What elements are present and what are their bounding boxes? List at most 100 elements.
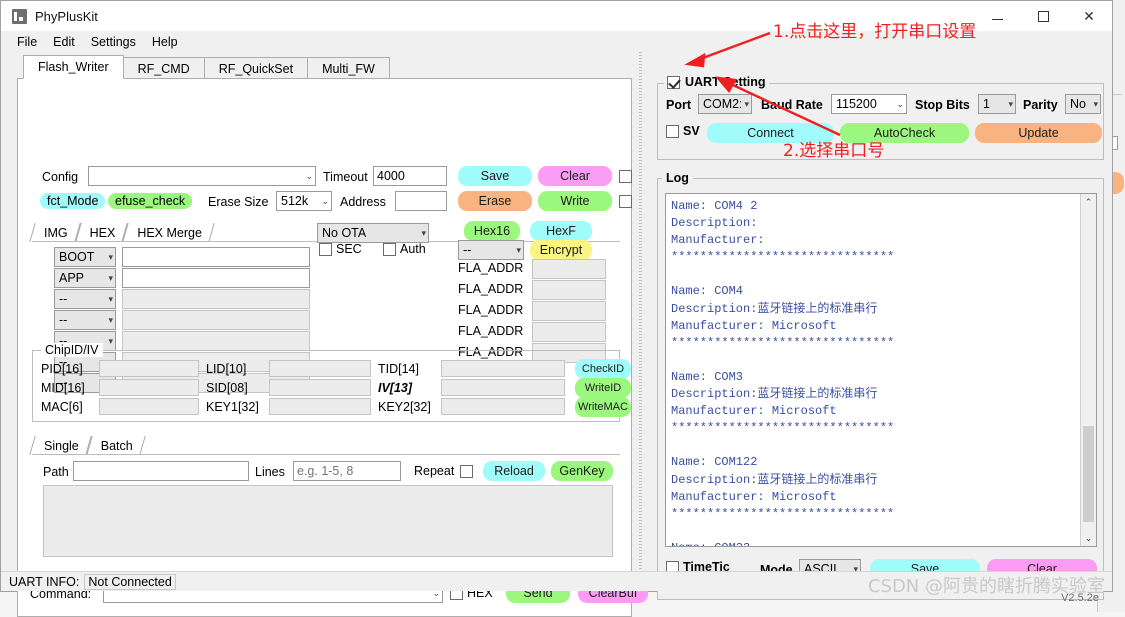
close-button[interactable]: ✕ — [1066, 1, 1112, 31]
baud-select[interactable]: 115200 ⌄ — [831, 94, 907, 114]
lw-checkbox-box[interactable] — [619, 169, 632, 183]
chipid-label-iv13: IV[13] — [378, 381, 413, 395]
tab-hex-merge[interactable]: HEX Merge — [122, 223, 215, 242]
tab-img[interactable]: IMG — [29, 223, 81, 242]
tab-single[interactable]: Single — [29, 436, 92, 455]
img-row-3-path-input[interactable] — [122, 310, 310, 330]
repeat-checkbox[interactable]: Repeat — [414, 464, 474, 478]
chipid-input-key132[interactable] — [269, 398, 371, 415]
chipid-input-mid16[interactable] — [99, 379, 199, 396]
chipid-input-iv13[interactable] — [441, 379, 565, 396]
fla-addr-input-1[interactable] — [532, 280, 606, 300]
sv-label: SV — [683, 124, 700, 138]
chevron-down-icon: ▾ — [108, 293, 113, 304]
erase-size-label: Erase Size — [208, 195, 269, 209]
sec-checkbox[interactable]: SEC — [319, 242, 362, 256]
path-input[interactable] — [73, 461, 249, 481]
clear-button[interactable]: Clear — [538, 166, 612, 186]
log-scrollbar[interactable]: ⌃ ⌄ — [1080, 194, 1096, 546]
chevron-down-icon: ⌄ — [896, 98, 904, 109]
chipid-input-pid16[interactable] — [99, 360, 199, 377]
scroll-thumb[interactable] — [1083, 426, 1094, 522]
scroll-up-icon[interactable]: ⌃ — [1081, 194, 1096, 210]
tab-img-label: IMG — [44, 225, 68, 240]
fla-addr-input-3[interactable] — [532, 322, 606, 342]
maximize-button[interactable] — [1020, 1, 1066, 31]
chevron-down-icon: ▾ — [108, 272, 113, 283]
fla-addr-input-2[interactable] — [532, 301, 606, 321]
menu-item-file[interactable]: File — [9, 33, 45, 51]
write-button[interactable]: Write — [538, 191, 612, 211]
tab-hex-label: HEX — [89, 225, 116, 240]
tab-hex[interactable]: HEX — [74, 223, 129, 242]
img-row-1-type-select[interactable]: APP ▾ — [54, 268, 116, 288]
uart-setting-checkbox[interactable] — [667, 75, 680, 89]
chipid-input-lid10[interactable] — [269, 360, 371, 377]
config-select[interactable]: ⌄ — [88, 166, 316, 186]
minimize-button[interactable] — [974, 1, 1020, 31]
annotation-1: 1.点击这里，打开串口设置 — [773, 22, 977, 42]
menu-item-help[interactable]: Help — [144, 33, 186, 51]
auth-checkbox-box[interactable] — [383, 242, 396, 256]
timeout-input[interactable] — [373, 166, 447, 186]
genkey-button[interactable]: GenKey — [551, 461, 613, 481]
batch-list[interactable] — [43, 485, 613, 557]
img-row-0-type-select[interactable]: BOOT ▾ — [54, 247, 116, 267]
sv-checkbox[interactable]: SV — [666, 124, 700, 138]
log-group-title: Log — [662, 171, 693, 185]
hexf-button[interactable]: HexF — [530, 221, 592, 241]
checkid-button[interactable]: CheckID — [575, 359, 631, 379]
uart-setting-header[interactable]: UART Setting — [664, 75, 769, 89]
otp-checkbox-box[interactable] — [619, 194, 632, 208]
img-row-1-type-value: APP — [59, 271, 85, 285]
tab-rf-quickset[interactable]: RF_QuickSet — [203, 57, 309, 79]
hex16-button[interactable]: Hex16 — [464, 221, 520, 241]
stopbits-select[interactable]: 1 ▾ — [978, 94, 1016, 114]
writemac-button[interactable]: WriteMAC — [575, 397, 631, 417]
address-input[interactable] — [395, 191, 447, 211]
writeid-button[interactable]: WriteID — [575, 378, 631, 398]
save-button[interactable]: Save — [458, 166, 532, 186]
auth-checkbox[interactable]: Auth — [383, 242, 426, 256]
log-textarea[interactable]: Name: COM4 2 Description: Manufacturer: … — [665, 193, 1097, 547]
img-row-3-type-select[interactable]: -- ▾ — [54, 310, 116, 330]
img-row-4-path-input[interactable] — [122, 331, 310, 351]
encrypt-button[interactable]: Encrypt — [530, 240, 592, 260]
img-row-2-path-input[interactable] — [122, 289, 310, 309]
img-row-2-type-select[interactable]: -- ▾ — [54, 289, 116, 309]
chipid-input-sid08[interactable] — [269, 379, 371, 396]
parity-select[interactable]: No ▾ — [1065, 94, 1101, 114]
encrypt-select[interactable]: -- ▾ — [458, 240, 524, 260]
chipid-input-mac6[interactable] — [99, 398, 199, 415]
fla-addr-input-0[interactable] — [532, 259, 606, 279]
uart-setting-title: UART Setting — [685, 75, 766, 89]
reload-button[interactable]: Reload — [483, 461, 545, 481]
efuse-check-label[interactable]: efuse_check — [108, 193, 193, 209]
main-split: Flash_Writer RF_CMD RF_QuickSet Multi_FW… — [1, 52, 1112, 617]
tab-rf-cmd[interactable]: RF_CMD — [122, 57, 205, 79]
img-row-0-path-input[interactable] — [122, 247, 310, 267]
chevron-down-icon: ▾ — [108, 251, 113, 262]
tab-flash-writer[interactable]: Flash_Writer — [23, 55, 124, 79]
pane-splitter[interactable] — [635, 52, 647, 571]
menu-item-settings[interactable]: Settings — [83, 33, 144, 51]
chevron-down-icon: ▾ — [108, 335, 113, 346]
fct-mode-label[interactable]: fct_Mode — [40, 193, 106, 209]
repeat-checkbox-box[interactable] — [460, 464, 474, 478]
sec-checkbox-box[interactable] — [319, 242, 332, 256]
scroll-down-icon[interactable]: ⌄ — [1081, 530, 1096, 546]
sv-checkbox-box[interactable] — [666, 124, 679, 138]
chipid-input-key232[interactable] — [441, 398, 565, 415]
menu-item-edit[interactable]: Edit — [45, 33, 83, 51]
img-row-1-path-input[interactable] — [122, 268, 310, 288]
tab-batch[interactable]: Batch — [86, 436, 146, 455]
fla-addr-label-0: FLA_ADDR — [458, 261, 524, 275]
erase-size-select[interactable]: 512k ⌄ — [276, 191, 332, 211]
port-select[interactable]: COM2: ▾ — [698, 94, 752, 114]
lines-input[interactable] — [293, 461, 401, 481]
chipid-input-tid14[interactable] — [441, 360, 565, 377]
erase-button[interactable]: Erase — [458, 191, 532, 211]
ota-select[interactable]: No OTA ▾ — [317, 223, 429, 243]
tab-multi-fw[interactable]: Multi_FW — [307, 57, 390, 79]
update-button[interactable]: Update — [975, 123, 1102, 143]
